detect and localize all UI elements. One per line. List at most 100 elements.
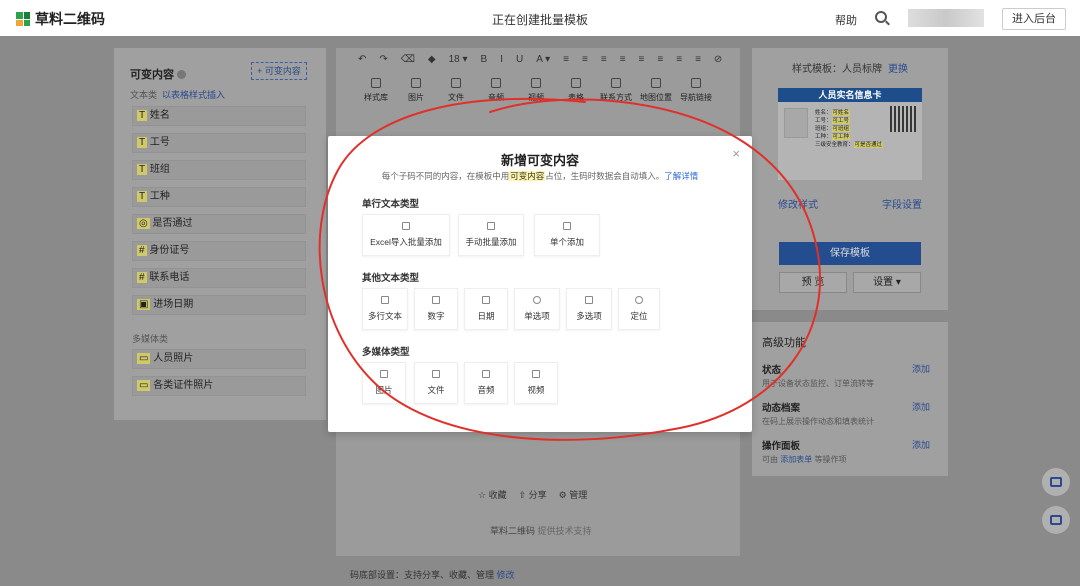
variable-field[interactable]: T 班组 bbox=[132, 160, 306, 180]
radio-icon bbox=[533, 296, 541, 304]
multiline-icon bbox=[381, 296, 389, 304]
nav-link-button[interactable]: 导航链接 bbox=[676, 78, 716, 103]
file-option[interactable]: 文件 bbox=[414, 362, 458, 404]
map-location-button[interactable]: 地图位置 bbox=[636, 78, 676, 103]
text-type-label: 文本类 以表格样式插入 bbox=[130, 90, 226, 100]
modify-style-link[interactable]: 修改样式 bbox=[778, 196, 818, 211]
list-icon[interactable]: ≡ bbox=[563, 54, 569, 65]
field-icon: T bbox=[137, 164, 148, 175]
image-button[interactable]: 图片 bbox=[396, 78, 436, 103]
insert-table-link[interactable]: 以表格样式插入 bbox=[162, 90, 225, 100]
text-icon bbox=[487, 222, 495, 230]
qr-code-icon bbox=[890, 106, 916, 132]
single-add-option[interactable]: 单个添加 bbox=[534, 214, 600, 256]
single-choice-option[interactable]: 单选项 bbox=[514, 288, 560, 330]
help-circle-icon[interactable] bbox=[177, 70, 186, 79]
contact-button[interactable]: 联系方式 bbox=[596, 78, 636, 103]
checkbox-icon bbox=[585, 296, 593, 304]
add-form-link[interactable]: 添加表单 bbox=[780, 455, 812, 464]
text-icon bbox=[563, 222, 571, 230]
number-option[interactable]: 数字 bbox=[414, 288, 458, 330]
file-button[interactable]: 文件 bbox=[436, 78, 476, 103]
variable-field[interactable]: T 工种 bbox=[132, 187, 306, 207]
share-action[interactable]: ⇧ 分享 bbox=[519, 488, 547, 501]
redo-icon[interactable]: ↷ bbox=[379, 54, 387, 65]
link-icon[interactable]: ⊘ bbox=[714, 54, 722, 65]
align-left-icon[interactable]: ≡ bbox=[601, 54, 607, 65]
help-link[interactable]: 帮助 bbox=[835, 12, 857, 28]
add-status-button[interactable]: 添加 bbox=[912, 362, 930, 375]
divider-icon[interactable]: ≡ bbox=[695, 54, 701, 65]
add-archive-button[interactable]: 添加 bbox=[912, 400, 930, 413]
variable-field[interactable]: T 工号 bbox=[132, 133, 306, 153]
bold-icon[interactable]: B bbox=[481, 54, 488, 65]
manual-batch-option[interactable]: 手动批量添加 bbox=[458, 214, 524, 256]
variable-field[interactable]: ▭ 各类证件照片 bbox=[132, 376, 306, 396]
add-panel-button[interactable]: 添加 bbox=[912, 438, 930, 451]
image-option[interactable]: 图片 bbox=[362, 362, 406, 404]
style-library-button[interactable]: 样式库 bbox=[356, 78, 396, 103]
settings-dropdown[interactable]: 设置 ▾ bbox=[853, 272, 921, 293]
clear-format-icon[interactable]: ⌫ bbox=[401, 54, 415, 65]
variable-field[interactable]: # 身份证号 bbox=[132, 241, 306, 261]
monitor-icon bbox=[1050, 515, 1062, 525]
favorite-action[interactable]: ☆ 收藏 bbox=[478, 488, 507, 501]
undo-icon[interactable]: ↶ bbox=[358, 54, 366, 65]
field-icon: T bbox=[137, 137, 148, 148]
card-info: 姓名：可姓名 工号：可工号 班组：可班组 工种：可工种 三级安全教育：可是否通过 bbox=[815, 110, 884, 148]
add-variable-modal: 新增可变内容 × 每个子码不同的内容，在模板中用可变内容占位，生码时数据会自动填… bbox=[328, 136, 752, 432]
multi-choice-option[interactable]: 多选项 bbox=[566, 288, 612, 330]
code-footer-actions: ☆ 收藏 ⇧ 分享 ⚙ 管理 bbox=[478, 488, 587, 501]
date-option[interactable]: 日期 bbox=[464, 288, 508, 330]
image-icon: ▭ bbox=[137, 380, 151, 391]
line-height-icon[interactable]: ≡ bbox=[676, 54, 682, 65]
modify-link[interactable]: 修改 bbox=[497, 570, 515, 580]
music-icon bbox=[491, 78, 501, 88]
add-variable-button[interactable]: + 可变内容 bbox=[251, 62, 307, 80]
align-center-icon[interactable]: ≡ bbox=[620, 54, 626, 65]
user-avatar[interactable] bbox=[908, 9, 984, 27]
eraser-icon[interactable]: ◆ bbox=[428, 54, 436, 65]
field-settings-link[interactable]: 字段设置 bbox=[882, 196, 922, 211]
float-screen-button[interactable] bbox=[1042, 506, 1070, 534]
audio-button[interactable]: 音频 bbox=[476, 78, 516, 103]
underline-icon[interactable]: U bbox=[516, 54, 523, 65]
footer-brand: 草料二维码 提供技术支持 bbox=[490, 526, 592, 536]
search-icon[interactable] bbox=[875, 11, 887, 23]
location-icon bbox=[651, 78, 661, 88]
ordered-list-icon[interactable]: ≡ bbox=[582, 54, 588, 65]
calendar-icon: ▣ bbox=[137, 299, 151, 310]
video-button[interactable]: 视频 bbox=[516, 78, 556, 103]
location-option[interactable]: 定位 bbox=[618, 288, 660, 330]
variable-field[interactable]: T 姓名 bbox=[132, 106, 306, 126]
format-toolbar: ↶ ↷ ⌫ ◆ 18 ▾ B I U A ▾ ≡ ≡ ≡ ≡ ≡ ≡ ≡ ≡ ⊘ bbox=[358, 54, 722, 65]
enter-admin-button[interactable]: 进入后台 bbox=[1002, 8, 1066, 30]
location-icon bbox=[635, 296, 643, 304]
change-style-link[interactable]: 更换 bbox=[888, 64, 908, 75]
font-color-icon[interactable]: A ▾ bbox=[536, 54, 550, 65]
save-template-button[interactable]: 保存模板 bbox=[779, 242, 921, 265]
variable-field[interactable]: ▭ 人员照片 bbox=[132, 349, 306, 369]
image-icon: ▭ bbox=[137, 353, 151, 364]
variable-field[interactable]: ◎ 是否通过 bbox=[132, 214, 306, 234]
table-button[interactable]: 表格 bbox=[556, 78, 596, 103]
italic-icon[interactable]: I bbox=[500, 54, 503, 65]
excel-import-option[interactable]: Excel导入批量添加 bbox=[362, 214, 450, 256]
feature-status: 状态 用于设备状态监控、订单流转等 添加 bbox=[762, 362, 930, 388]
file-icon bbox=[451, 78, 461, 88]
close-icon[interactable]: × bbox=[732, 146, 740, 161]
manage-action[interactable]: ⚙ 管理 bbox=[559, 488, 588, 501]
variable-field[interactable]: # 联系电话 bbox=[132, 268, 306, 288]
audio-option[interactable]: 音频 bbox=[464, 362, 508, 404]
phone-icon bbox=[611, 78, 621, 88]
multiline-text-option[interactable]: 多行文本 bbox=[362, 288, 408, 330]
palette-icon bbox=[371, 78, 381, 88]
font-size-select[interactable]: 18 ▾ bbox=[449, 54, 468, 65]
indent-icon[interactable]: ≡ bbox=[657, 54, 663, 65]
video-option[interactable]: 视频 bbox=[514, 362, 558, 404]
learn-more-link[interactable]: 了解详情 bbox=[664, 171, 698, 181]
align-right-icon[interactable]: ≡ bbox=[639, 54, 645, 65]
preview-button[interactable]: 预 览 bbox=[779, 272, 847, 293]
float-bus-button[interactable] bbox=[1042, 468, 1070, 496]
variable-field[interactable]: ▣ 进场日期 bbox=[132, 295, 306, 315]
